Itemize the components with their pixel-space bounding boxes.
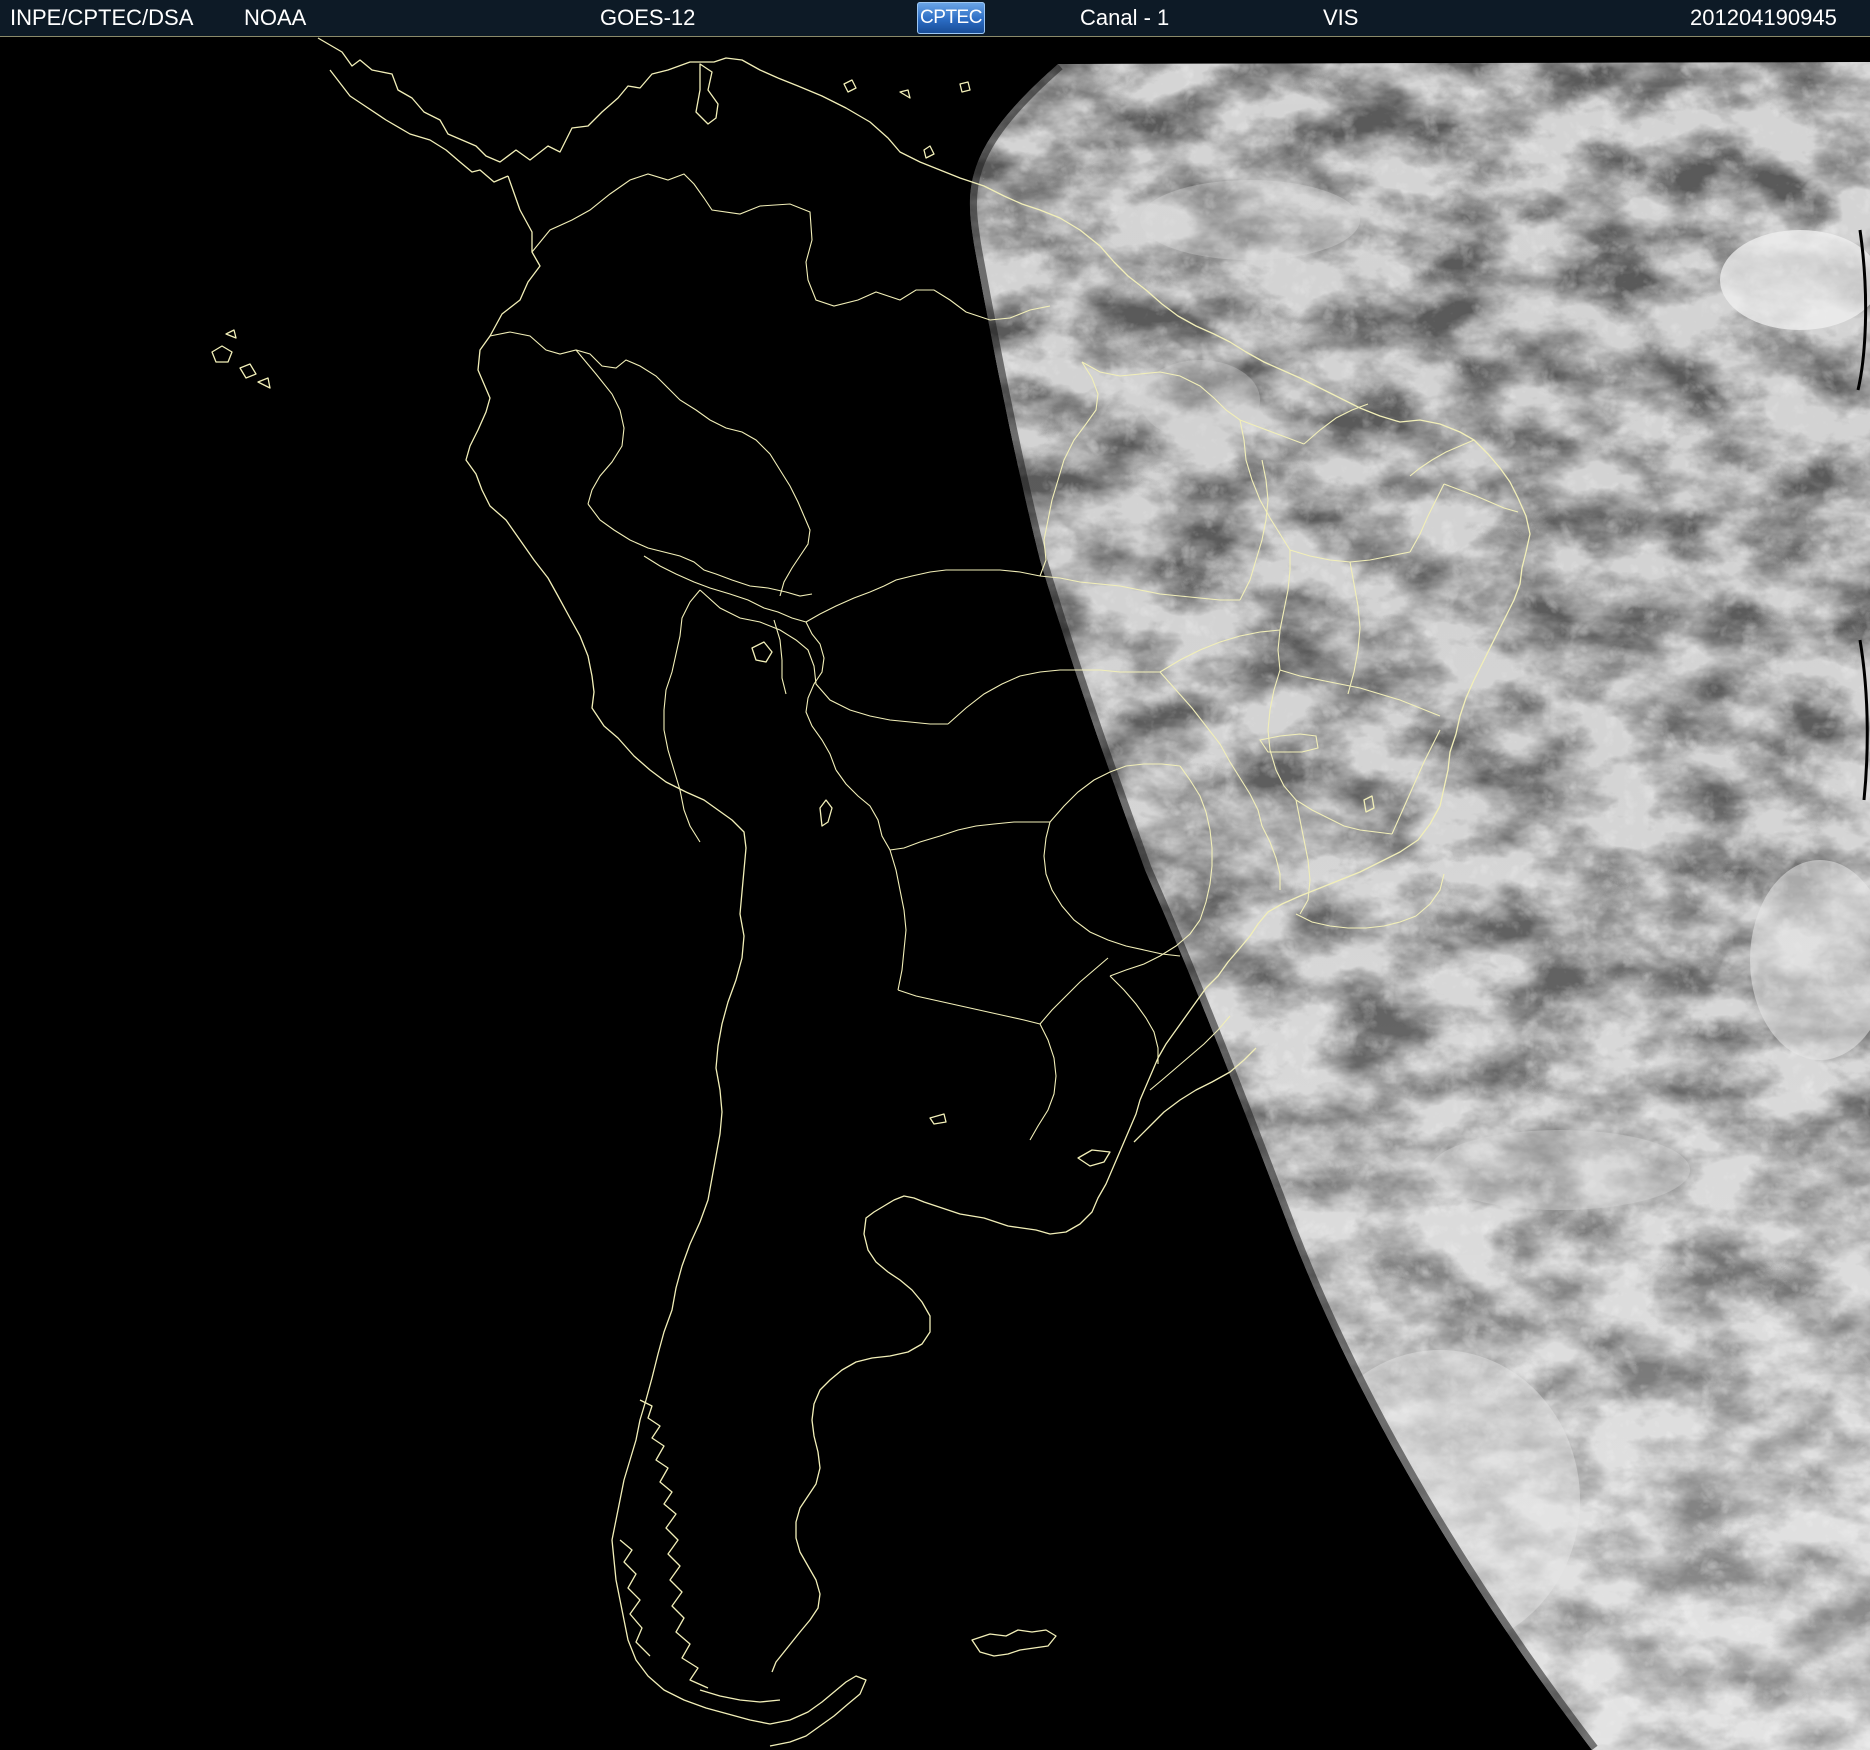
logo-text: CPTEC [920, 7, 982, 28]
satellite-image-viewer: INPE/CPTEC/DSA NOAA GOES-12 CPTEC Canal … [0, 0, 1870, 1750]
cloud-imagery [969, 62, 1870, 1750]
satellite-label: GOES-12 [600, 5, 696, 30]
image-header-bar: INPE/CPTEC/DSA NOAA GOES-12 CPTEC Canal … [0, 0, 1870, 37]
channel-label: Canal - 1 [1080, 5, 1170, 30]
band-label: VIS [1323, 5, 1359, 30]
satellite-map [211, 37, 1870, 1750]
cptec-logo-icon: CPTEC [917, 2, 985, 34]
datetime-label: 201204190945 [1690, 5, 1837, 30]
agency-label: INPE/CPTEC/DSA [10, 5, 194, 30]
operator-label: NOAA [244, 5, 307, 30]
